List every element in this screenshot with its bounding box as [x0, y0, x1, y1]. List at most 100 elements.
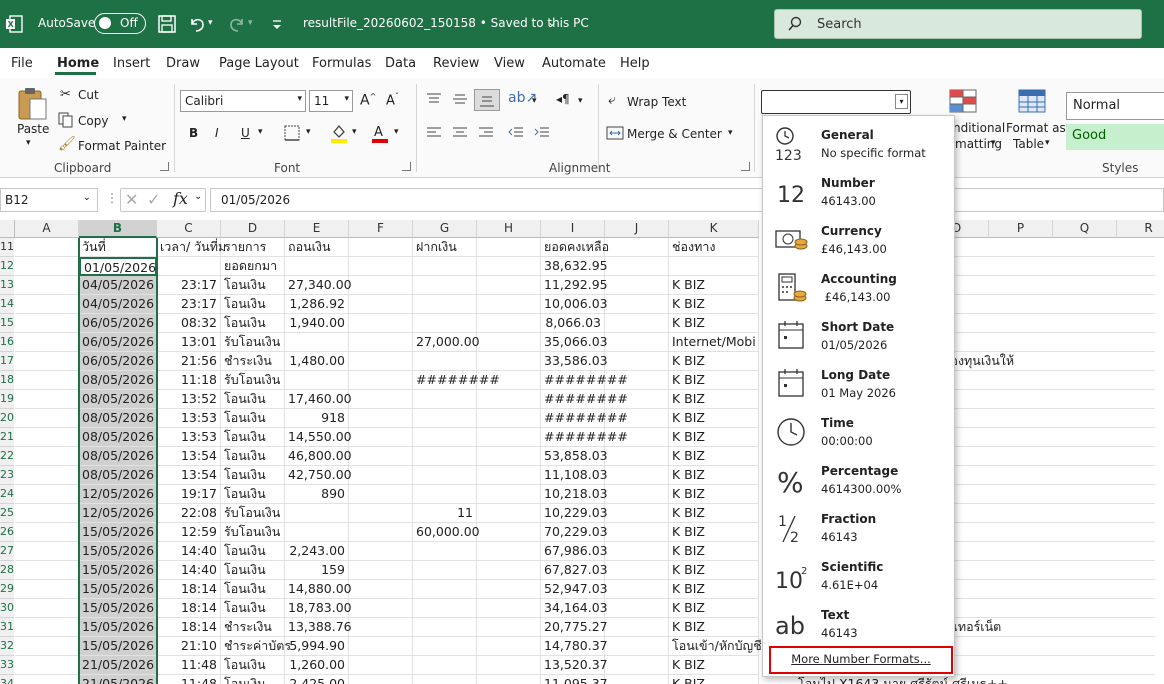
grid-cell[interactable] [605, 352, 669, 371]
cell-k-row[interactable]: K BIZ [669, 580, 759, 599]
format-painter-button[interactable]: Format Painter [78, 139, 166, 153]
cell-d-row[interactable]: รายการ [221, 238, 285, 257]
column-header-i[interactable]: I [541, 220, 605, 238]
cell-d-row[interactable]: โอนเงิน [221, 428, 285, 447]
autosave-toggle[interactable]: Off [94, 13, 146, 34]
cell-e-row[interactable] [285, 257, 349, 276]
cell-k-row[interactable] [669, 257, 759, 276]
cell-e-row[interactable]: 14,550.00 [285, 428, 352, 447]
cell-g-row[interactable] [413, 485, 477, 504]
grid-cell[interactable] [15, 295, 79, 314]
cell-d-row[interactable]: ยอดยกมา [221, 257, 285, 276]
row-header[interactable]: 32 [0, 637, 14, 656]
grid-cell[interactable] [349, 561, 413, 580]
grid-cell[interactable] [605, 542, 669, 561]
cell-d-row[interactable]: โอนเงิน [221, 675, 285, 684]
cell-e-row[interactable]: 42,750.00 [285, 466, 352, 485]
grid-cell[interactable] [477, 675, 541, 684]
cell-d-row[interactable]: โอนเงิน [221, 485, 285, 504]
number-format-short-date[interactable]: Short Date 01/05/2026 [763, 312, 954, 360]
grid-cell[interactable] [477, 257, 541, 276]
align-bottom-button[interactable] [474, 89, 500, 111]
cell-c-row[interactable]: 11:48 [157, 656, 221, 675]
grid-cell[interactable] [15, 257, 79, 276]
cell-i-row[interactable]: 11,095.37 [541, 675, 608, 684]
cell-i-row[interactable]: 53,858.03 [541, 447, 608, 466]
cell-g-row[interactable]: 11 [413, 504, 477, 523]
cell-d-row[interactable]: รับโอนเงิน [221, 523, 285, 542]
grid-cell[interactable] [349, 352, 413, 371]
grid-cell[interactable] [605, 618, 669, 637]
grid-cell[interactable] [15, 599, 79, 618]
worksheet-grid[interactable]: A B C D E F G H I J K O P Q R 11 วันที่ เวลา/ วันที่ม รายก… [0, 220, 1164, 684]
style-good[interactable]: Good [1066, 124, 1164, 150]
formula-input[interactable]: 01/05/2026 [210, 188, 1164, 212]
cell-k-row[interactable]: K BIZ [669, 371, 759, 390]
grid-cell[interactable] [15, 656, 79, 675]
underline-dropdown-icon[interactable]: ▾ [258, 127, 263, 137]
grid-cell[interactable] [349, 390, 413, 409]
grid-cell[interactable] [349, 314, 413, 333]
cell-b-row[interactable]: 08/05/2026 [79, 371, 157, 390]
cell-b-row[interactable]: 21/05/2026 [79, 675, 157, 684]
increase-indent-icon[interactable] [534, 126, 550, 140]
grid-cell[interactable] [477, 561, 541, 580]
insert-function-icon[interactable]: fx [173, 189, 188, 208]
fill-color-icon[interactable] [330, 123, 348, 143]
grid-cell[interactable] [349, 523, 413, 542]
cell-g-row[interactable] [413, 466, 477, 485]
cell-i-row[interactable]: 70,229.03 [541, 523, 608, 542]
tab-insert[interactable]: Insert [113, 56, 150, 71]
chevron-down-icon[interactable]: ⌄ [194, 191, 202, 202]
grid-cell[interactable] [15, 371, 79, 390]
grid-cell[interactable] [605, 637, 669, 656]
cell-b-row[interactable]: 08/05/2026 [79, 409, 157, 428]
cell-e-row[interactable] [285, 504, 349, 523]
cell-d-row[interactable]: โอนเงิน [221, 542, 285, 561]
grid-cell[interactable] [605, 675, 669, 684]
column-header-f[interactable]: F [349, 220, 413, 238]
cell-k-row[interactable]: K BIZ [669, 656, 759, 675]
grid-cell[interactable] [477, 618, 541, 637]
cell-g-row[interactable] [413, 542, 477, 561]
grid-cell[interactable] [349, 276, 413, 295]
cell-i-row[interactable]: 14,780.37 [541, 637, 608, 656]
conditional-formatting-dropdown-icon[interactable]: ▾ [991, 138, 996, 148]
cell-b-row[interactable]: 15/05/2026 [79, 637, 157, 656]
grid-cell[interactable] [477, 485, 541, 504]
cell-k-row[interactable]: K BIZ [669, 599, 759, 618]
cell-e-row[interactable]: 46,800.00 [285, 447, 352, 466]
grid-cell[interactable] [15, 352, 79, 371]
fill-color-dropdown-icon[interactable]: ▾ [352, 127, 357, 137]
cell-c-row[interactable]: 14:40 [157, 561, 221, 580]
cell-b-row[interactable]: 08/05/2026 [79, 447, 157, 466]
grid-cell[interactable] [349, 637, 413, 656]
tab-page-layout[interactable]: Page Layout [219, 56, 299, 71]
cell-k-row[interactable]: K BIZ [669, 485, 759, 504]
row-header[interactable]: 22 [0, 447, 14, 466]
cell-e-row[interactable]: 918 [285, 409, 349, 428]
cell-e-row[interactable]: ถอนเงิน [285, 238, 349, 257]
font-name-combo[interactable]: Calibri ▾ [180, 90, 306, 112]
cell-g-row[interactable]: ######## [413, 371, 500, 390]
grid-cell[interactable] [477, 238, 541, 257]
cell-c-row[interactable]: 18:14 [157, 599, 221, 618]
column-header-p[interactable]: P [989, 220, 1053, 238]
style-normal[interactable]: Normal [1066, 92, 1164, 120]
cell-g-row[interactable] [413, 390, 477, 409]
tab-automate[interactable]: Automate [542, 56, 606, 71]
grid-cell[interactable] [349, 238, 413, 257]
cell-i-row[interactable]: 11,292.95 [541, 276, 608, 295]
row-header[interactable]: 31 [0, 618, 14, 637]
cell-e-row[interactable]: 1,480.00 [285, 352, 349, 371]
cell-k-row[interactable]: K BIZ [669, 523, 759, 542]
tab-file[interactable]: File [11, 56, 33, 71]
tab-review[interactable]: Review [433, 56, 479, 71]
cell-e-row[interactable]: 2,243.00 [285, 542, 349, 561]
number-format-general[interactable]: 123 General No specific format [763, 120, 954, 168]
grid-cell[interactable] [15, 542, 79, 561]
grid-cell[interactable] [605, 257, 669, 276]
align-left-icon[interactable] [426, 126, 442, 140]
borders-dropdown-icon[interactable]: ▾ [306, 127, 311, 137]
grid-cell[interactable] [477, 542, 541, 561]
